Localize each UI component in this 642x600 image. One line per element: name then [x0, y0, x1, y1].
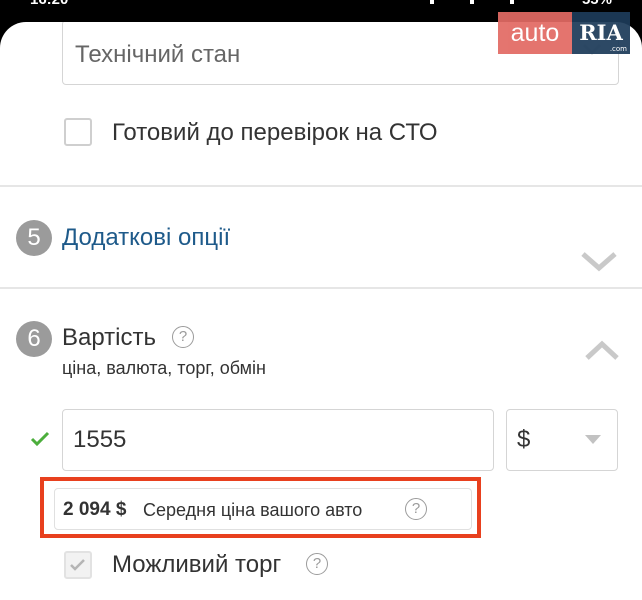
average-price-box: 2 094 $ Середня ціна вашого авто ?: [54, 488, 472, 530]
price-input-value: 1555: [73, 426, 127, 453]
ready-for-inspection-checkbox[interactable]: [64, 118, 92, 146]
price-help-icon[interactable]: ?: [172, 326, 194, 348]
currency-select[interactable]: $: [506, 409, 618, 471]
currency-select-value: $: [517, 426, 531, 453]
chevron-down-icon[interactable]: [580, 250, 618, 272]
checkmark-icon: [70, 559, 85, 571]
autoria-logo-ria-text: RIA: [579, 20, 623, 45]
section-6-number-badge: 6: [16, 321, 52, 357]
section-6-subtitle: ціна, валюта, торг, обмін: [62, 358, 266, 378]
autoria-logo-domain: .com: [609, 45, 627, 53]
dropdown-triangle-icon: [585, 435, 601, 444]
sim-signal-icon: [430, 0, 434, 4]
battery-percentage: 55%: [582, 0, 612, 8]
autoria-logo-ria: RIA .com: [572, 12, 630, 54]
section-divider: [0, 287, 642, 289]
negotiable-label[interactable]: Можливий торг: [112, 551, 281, 579]
wifi-icon: [510, 0, 514, 4]
average-price-help-icon[interactable]: ?: [405, 498, 427, 520]
chevron-up-icon[interactable]: [584, 340, 620, 362]
ready-for-inspection-label[interactable]: Готовий до перевірок на СТО: [112, 119, 438, 147]
add-listing-form: Технічний стан Готовий до перевірок на С…: [0, 22, 642, 600]
autoria-logo-auto: auto: [498, 12, 572, 54]
signal-icon: [470, 0, 474, 4]
average-price-label: Середня ціна вашого авто: [143, 500, 363, 520]
section-divider: [0, 185, 642, 187]
negotiable-checkbox[interactable]: [64, 551, 92, 579]
section-6-title: Вартість: [62, 324, 156, 351]
section-5-number-badge: 5: [16, 220, 52, 256]
section-5-title-link[interactable]: Додаткові опції: [62, 224, 230, 252]
average-price-amount: 2 094 $: [63, 499, 127, 520]
price-input[interactable]: 1555: [62, 409, 494, 471]
status-time: 16:20: [30, 0, 68, 8]
negotiable-help-icon[interactable]: ?: [306, 553, 328, 575]
checkmark-icon: [30, 431, 50, 447]
technical-condition-placeholder: Технічний стан: [75, 41, 241, 68]
